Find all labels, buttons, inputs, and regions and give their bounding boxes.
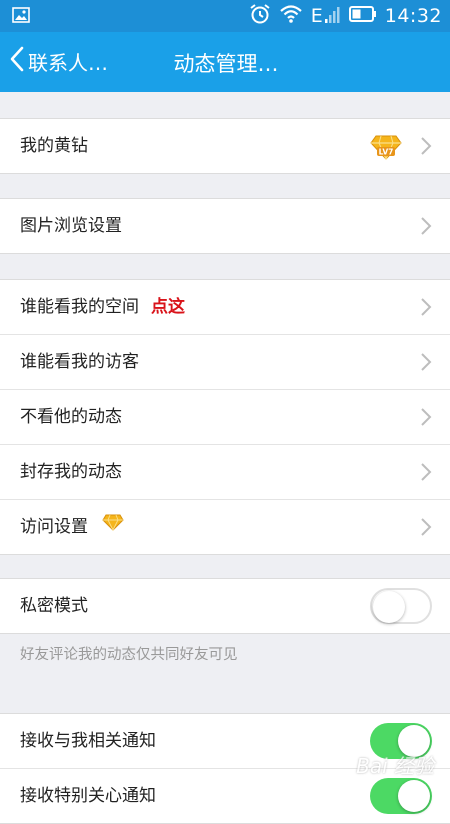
row-image-browse-settings[interactable]: 图片浏览设置	[0, 199, 450, 253]
toggle-knob	[398, 780, 430, 812]
row-my-yellow-diamond[interactable]: 我的黄钻 LV7	[0, 119, 450, 173]
row-access-settings[interactable]: 访问设置	[0, 500, 450, 554]
signal-icon	[324, 5, 341, 27]
row-label: 谁能看我的访客	[20, 352, 139, 372]
group-yellow-diamond: 我的黄钻 LV7	[0, 118, 450, 174]
private-mode-hint: 好友评论我的动态仅共同好友可见	[20, 647, 238, 663]
private-mode-toggle[interactable]	[370, 588, 432, 624]
row-private-mode: 私密模式	[0, 579, 450, 633]
annotation-text: 点这	[151, 297, 185, 317]
watermark: Bai 经验	[356, 754, 434, 778]
row-who-can-see-visitors[interactable]: 谁能看我的访客	[0, 335, 450, 390]
chevron-right-icon	[420, 407, 432, 431]
row-label-wrap: 谁能看我的空间 点这	[20, 280, 185, 334]
row-label: 访问设置	[20, 517, 88, 537]
special-care-notifications-toggle[interactable]	[370, 778, 432, 814]
battery-icon	[348, 6, 377, 26]
row-label: 不看他的动态	[20, 407, 122, 427]
status-time: 14:32	[384, 5, 442, 27]
group-private-mode: 私密模式	[0, 578, 450, 634]
yellow-diamond-badge-icon: LV7	[370, 133, 402, 165]
row-label: 我的黄钻	[20, 136, 88, 156]
image-icon	[12, 7, 30, 27]
page-title: 动态管理…	[173, 52, 279, 76]
alarm-icon	[249, 3, 271, 29]
row-who-can-see-space[interactable]: 谁能看我的空间 点这	[0, 280, 450, 335]
chevron-right-icon	[420, 216, 432, 240]
yellow-diamond-icon	[102, 499, 124, 553]
row-label: 谁能看我的空间	[20, 297, 139, 317]
row-label: 接收与我相关通知	[20, 731, 156, 751]
wifi-icon	[279, 4, 303, 28]
row-label: 接收特别关心通知	[20, 786, 156, 806]
row-label: 私密模式	[20, 596, 88, 616]
group-privacy: 谁能看我的空间 点这 谁能看我的访客 不看他的动态 封存我的动态 访问设置	[0, 279, 450, 555]
status-bar: E 14:32	[0, 0, 450, 32]
row-label: 图片浏览设置	[20, 216, 122, 236]
chevron-right-icon	[420, 297, 432, 321]
toggle-knob	[373, 591, 405, 623]
chevron-right-icon	[420, 352, 432, 376]
row-label: 封存我的动态	[20, 462, 122, 482]
row-hide-their-feed[interactable]: 不看他的动态	[0, 390, 450, 445]
chevron-right-icon	[420, 136, 432, 160]
row-archive-my-feed[interactable]: 封存我的动态	[0, 445, 450, 500]
title-bar: 联系人… 动态管理…	[0, 32, 450, 92]
chevron-right-icon	[420, 462, 432, 486]
group-image-browse: 图片浏览设置	[0, 198, 450, 254]
network-type: E	[310, 4, 323, 27]
row-label-wrap: 访问设置	[20, 500, 124, 554]
svg-text:LV7: LV7	[379, 148, 394, 157]
chevron-right-icon	[420, 517, 432, 541]
